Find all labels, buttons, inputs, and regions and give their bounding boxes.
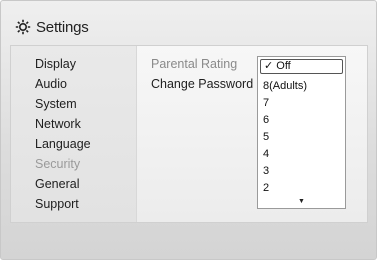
dropdown-option[interactable]: 7 — [263, 95, 269, 111]
settings-screen: Settings Display Audio System Network La… — [0, 0, 377, 260]
sidebar-item-network[interactable]: Network — [35, 114, 81, 134]
dropdown-option[interactable]: 3 — [263, 163, 269, 179]
bottom-bar — [10, 226, 368, 251]
dropdown-option[interactable]: 5 — [263, 129, 269, 145]
dropdown-option[interactable]: 6 — [263, 112, 269, 128]
sidebar-item-display[interactable]: Display — [35, 54, 76, 74]
sidebar-item-audio[interactable]: Audio — [35, 74, 67, 94]
dropdown-option[interactable]: 4 — [263, 146, 269, 162]
change-password-item[interactable]: Change Password — [151, 74, 253, 94]
gear-icon — [15, 19, 31, 35]
scroll-down-icon[interactable]: ▼ — [298, 198, 305, 205]
sidebar-item-general[interactable]: General — [35, 174, 79, 194]
sidebar-item-security[interactable]: Security — [35, 154, 80, 174]
dropdown-option[interactable]: 8(Adults) — [263, 78, 307, 94]
dropdown-selected-option[interactable]: ✓ Off — [260, 59, 343, 74]
sidebar-item-system[interactable]: System — [35, 94, 77, 114]
sidebar-item-support[interactable]: Support — [35, 194, 79, 214]
dropdown-option[interactable]: 2 — [263, 180, 269, 196]
parental-rating-dropdown[interactable]: ✓ Off 8(Adults) 7 6 5 4 3 2 ▼ — [257, 56, 346, 209]
title-bar: Settings — [15, 13, 89, 41]
parental-rating-item[interactable]: Parental Rating — [151, 54, 237, 74]
page-title: Settings — [36, 18, 89, 36]
sidebar: Display Audio System Network Language Se… — [11, 46, 137, 222]
sidebar-item-language[interactable]: Language — [35, 134, 91, 154]
